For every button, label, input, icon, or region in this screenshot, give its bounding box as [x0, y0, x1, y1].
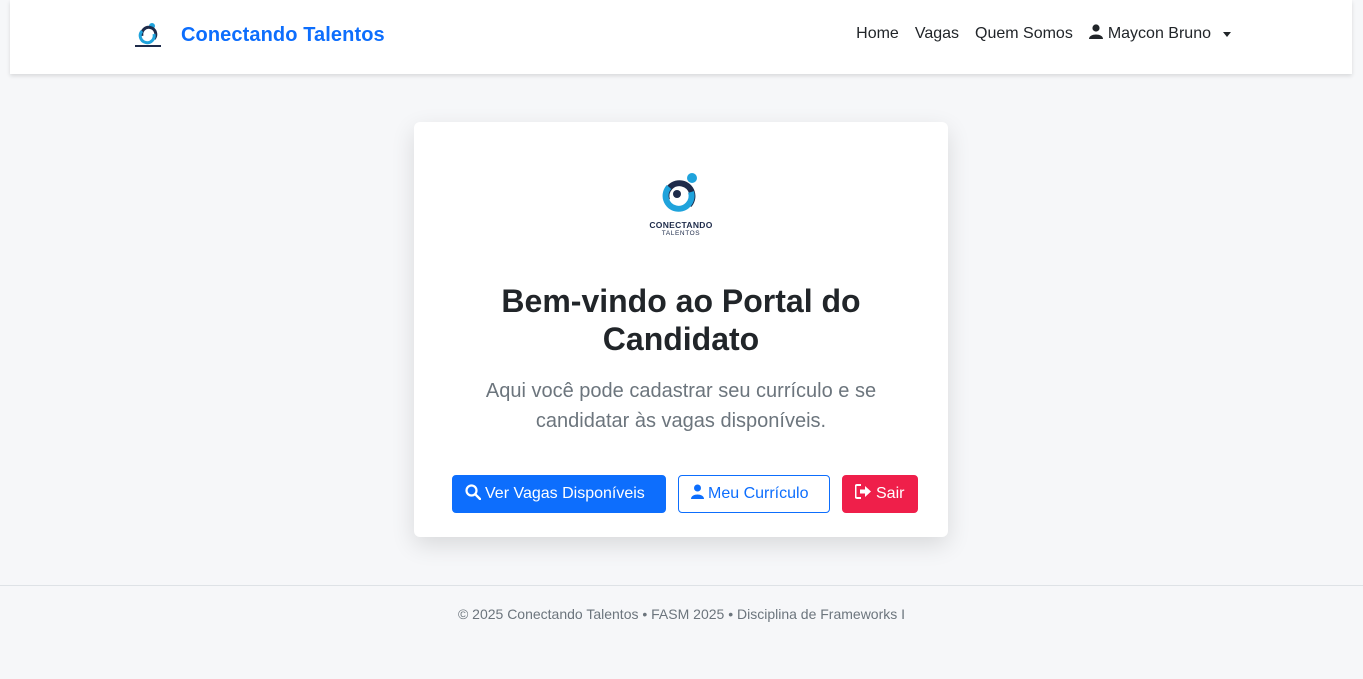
- user-icon: [691, 484, 704, 504]
- sign-out-icon: [854, 484, 872, 504]
- nav-link-vagas[interactable]: Vagas: [915, 25, 959, 43]
- user-icon: [1088, 24, 1103, 44]
- card-logo: CONECTANDO TALENTOS: [641, 172, 721, 242]
- caret-down-icon: [1223, 32, 1231, 37]
- page-title: Bem-vindo ao Portal do Candidato: [501, 283, 861, 357]
- logout-button[interactable]: Sair: [842, 475, 918, 513]
- logout-label: Sair: [876, 485, 905, 502]
- user-dropdown[interactable]: Maycon Bruno: [1088, 24, 1231, 44]
- my-resume-label: Meu Currículo: [708, 485, 809, 502]
- navbar: Conectando Talentos Home Vagas Quem Somo…: [10, 0, 1352, 74]
- user-name: Maycon Bruno: [1107, 25, 1211, 42]
- footer-text: © 2025 Conectando Talentos • FASM 2025 •…: [457, 606, 906, 622]
- page-subtitle: Aqui você pode cadastrar seu currículo e…: [485, 380, 877, 432]
- welcome-card: CONECTANDO TALENTOS Bem-vindo ao Portal …: [414, 122, 948, 537]
- navbar-brand[interactable]: Conectando Talentos: [131, 18, 385, 52]
- nav-menu: Home Vagas Quem Somos Maycon Bruno: [856, 24, 1231, 44]
- footer: © 2025 Conectando Talentos • FASM 2025 •…: [0, 585, 1363, 679]
- logo-caption: CONECTANDO: [649, 220, 713, 230]
- nav-link-home[interactable]: Home: [856, 25, 899, 43]
- nav-link-quem-somos[interactable]: Quem Somos: [975, 25, 1073, 43]
- brand-logo: [131, 18, 165, 52]
- my-resume-button[interactable]: Meu Currículo: [678, 475, 830, 513]
- view-jobs-label: Ver Vagas Disponíveis: [485, 485, 645, 502]
- brand-name[interactable]: Conectando Talentos: [181, 24, 385, 47]
- search-icon: [465, 483, 482, 505]
- view-jobs-button[interactable]: Ver Vagas Disponíveis: [452, 475, 666, 513]
- action-buttons: Ver Vagas Disponíveis Meu Currículo Sair: [452, 475, 918, 513]
- logo-subcaption: TALENTOS: [661, 230, 701, 237]
